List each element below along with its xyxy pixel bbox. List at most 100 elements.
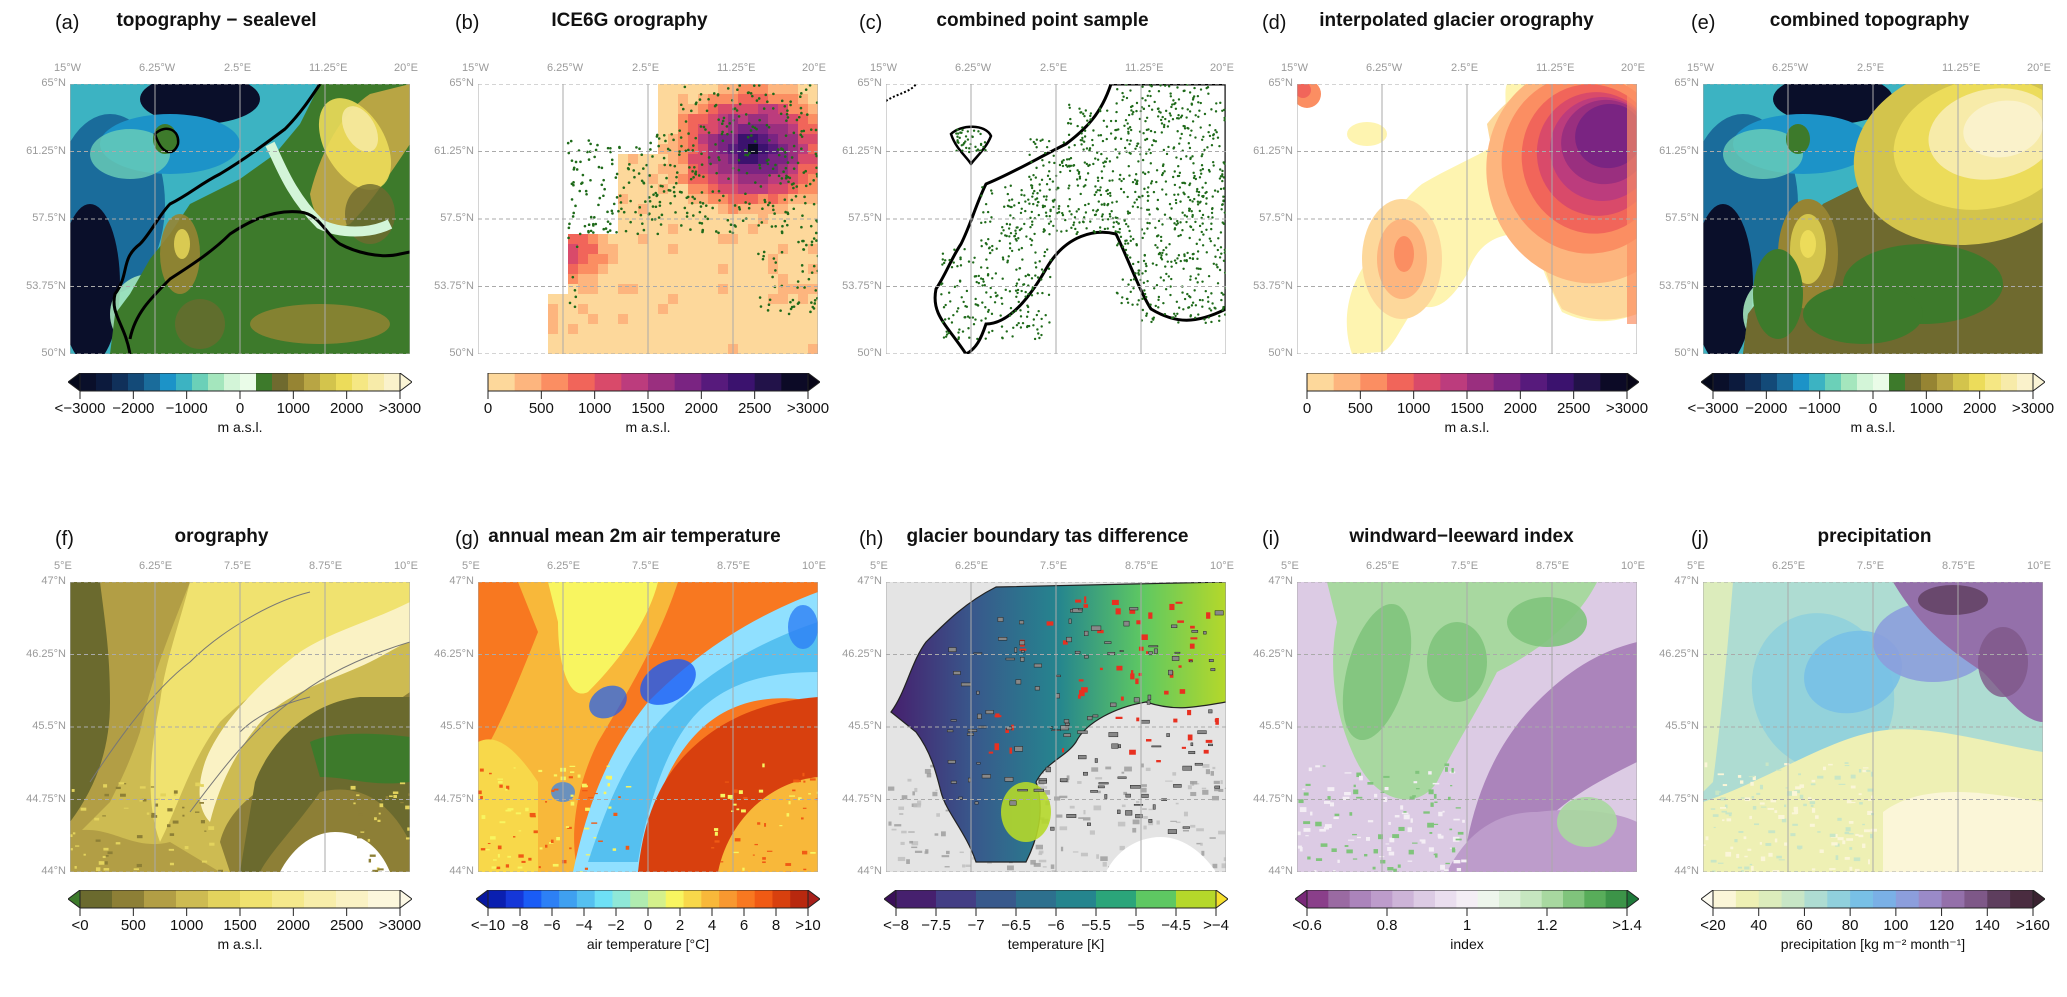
lon-tick-label: 6.25°W [139, 62, 175, 74]
colorbar-tick-label: 80 [1842, 917, 1859, 934]
colorbar-swatch [384, 373, 401, 391]
colorbar-tick-label: 500 [529, 400, 554, 417]
panel-title: ICE6G orography [413, 10, 826, 32]
lat-tick-label: 44.75°N [838, 793, 882, 805]
map-area[interactable] [70, 84, 410, 354]
colorbar-unit-label: m a.s.l. [1444, 419, 1489, 435]
map-panel-a: (a)topography − sealevel15°W6.25°W2.5°E1… [0, 0, 413, 487]
lon-tick-label: 20°E [802, 62, 826, 74]
lon-tick-label: 15°W [1281, 62, 1308, 74]
colorbar-tick-label: 2000 [685, 400, 718, 417]
colorbar-tick-label: >1.4 [1612, 917, 1642, 934]
colorbar-extend-right [400, 890, 412, 908]
colorbar-swatch [224, 373, 241, 391]
lat-tick-label: 53.75°N [1249, 280, 1293, 292]
map-area[interactable] [886, 582, 1226, 872]
colorbar-unit-label: air temperature [°C] [587, 936, 709, 952]
colorbar-swatch [208, 373, 225, 391]
colorbar-tick-label: <−10 [471, 917, 505, 934]
map-field [70, 84, 410, 354]
colorbar-tick-label: <20 [1700, 917, 1725, 934]
lat-tick-label: 46.25°N [430, 648, 474, 660]
colorbar-tick-label: 1000 [170, 917, 203, 934]
colorbar-tick-label: 2000 [1963, 400, 1996, 417]
colorbar-swatch [1942, 890, 1965, 908]
lon-tick-label: 6.25°E [547, 560, 580, 572]
lat-tick-label: 50°N [1249, 347, 1293, 359]
map-area[interactable] [478, 84, 818, 354]
map-area[interactable] [1703, 582, 2043, 872]
lat-tick-label: 53.75°N [838, 280, 882, 292]
colorbar-swatch [1969, 373, 1986, 391]
lat-tick-label: 47°N [22, 575, 66, 587]
lon-tick-label: 5°E [870, 560, 888, 572]
colorbar-extend-left [1701, 890, 1713, 908]
lon-tick-label: 6.25°E [1772, 560, 1805, 572]
colorbar-tick-label: 500 [1348, 400, 1373, 417]
lat-tick-label: 47°N [430, 575, 474, 587]
colorbar-tick-label: 2000 [1504, 400, 1537, 417]
colorbar-swatch [541, 890, 559, 908]
colorbar-tick-label: 1000 [1397, 400, 1430, 417]
map-area[interactable] [1297, 84, 1637, 354]
panel-title: precipitation [1653, 526, 2066, 548]
colorbar-swatch [1563, 890, 1585, 908]
map-panel-c: (c)combined point sample15°W6.25°W2.5°E1… [826, 0, 1239, 487]
lon-tick-label: 10°E [802, 560, 826, 572]
colorbar-tick-label: 1500 [1450, 400, 1483, 417]
map-area[interactable] [886, 84, 1226, 354]
colorbar-swatch [1456, 890, 1478, 908]
lon-tick-label: 2.5°E [1040, 62, 1067, 74]
map-area[interactable] [478, 582, 818, 872]
colorbar-swatch [144, 890, 177, 908]
colorbar-extend-left [68, 373, 80, 391]
lon-tick-label: 5°E [1281, 560, 1299, 572]
colorbar-swatch [1435, 890, 1457, 908]
colorbar-swatch [2001, 373, 2018, 391]
map-panel-d: (d)interpolated glacier orography15°W6.2… [1240, 0, 1653, 487]
colorbar-swatch [208, 890, 241, 908]
lat-tick-label: 53.75°N [430, 280, 474, 292]
colorbar-swatch [506, 890, 524, 908]
lon-tick-label: 2.5°E [1451, 62, 1478, 74]
colorbar-swatch [1889, 373, 1906, 391]
map-panel-i: (i)windward−leeward index5°E6.25°E7.5°E8… [1240, 510, 1653, 997]
map-area[interactable] [70, 582, 410, 872]
map-area[interactable] [1703, 84, 2043, 354]
colorbar-swatch [368, 373, 385, 391]
colorbar-tick-label: 500 [121, 917, 146, 934]
lon-tick-label: 11.25°E [1125, 62, 1163, 74]
colorbar-swatch [541, 373, 568, 391]
colorbar-swatch [524, 890, 542, 908]
lon-tick-label: 11.25°E [1536, 62, 1574, 74]
colorbar-extend-left [1701, 373, 1713, 391]
colorbar-swatch [1777, 373, 1794, 391]
colorbar-tick-label: 0 [1869, 400, 1877, 417]
colorbar-tick-label: −6.5 [1001, 917, 1031, 934]
colorbar-tick-label: −2000 [112, 400, 154, 417]
colorbar-swatch [1371, 890, 1393, 908]
lon-tick-label: 7.5°E [1451, 560, 1478, 572]
colorbar-swatch [1307, 373, 1334, 391]
colorbar-swatch [80, 890, 113, 908]
colorbar-tick-label: <−8 [883, 917, 909, 934]
colorbar-tick-label: −6 [1047, 917, 1064, 934]
colorbar-swatch [112, 373, 129, 391]
lat-tick-label: 47°N [1655, 575, 1699, 587]
colorbar-extend-right [1627, 890, 1639, 908]
colorbar-tick-label: 0 [644, 917, 652, 934]
colorbar-swatch [755, 373, 782, 391]
colorbar-tick-label: −7.5 [921, 917, 951, 934]
colorbar-swatch [790, 890, 808, 908]
colorbar-extend-right [808, 890, 820, 908]
map-panel-f: (f)orography5°E6.25°E7.5°E8.75°E10°E47°N… [0, 510, 413, 997]
colorbar-swatch [1606, 890, 1628, 908]
colorbar-swatch [1793, 373, 1810, 391]
lat-tick-label: 44°N [22, 865, 66, 877]
map-area[interactable] [1297, 582, 1637, 872]
lat-tick-label: 61.25°N [838, 145, 882, 157]
lat-tick-label: 61.25°N [1655, 145, 1699, 157]
colorbar-swatch [1873, 373, 1890, 391]
colorbar-swatch [1499, 890, 1521, 908]
lat-tick-label: 53.75°N [22, 280, 66, 292]
